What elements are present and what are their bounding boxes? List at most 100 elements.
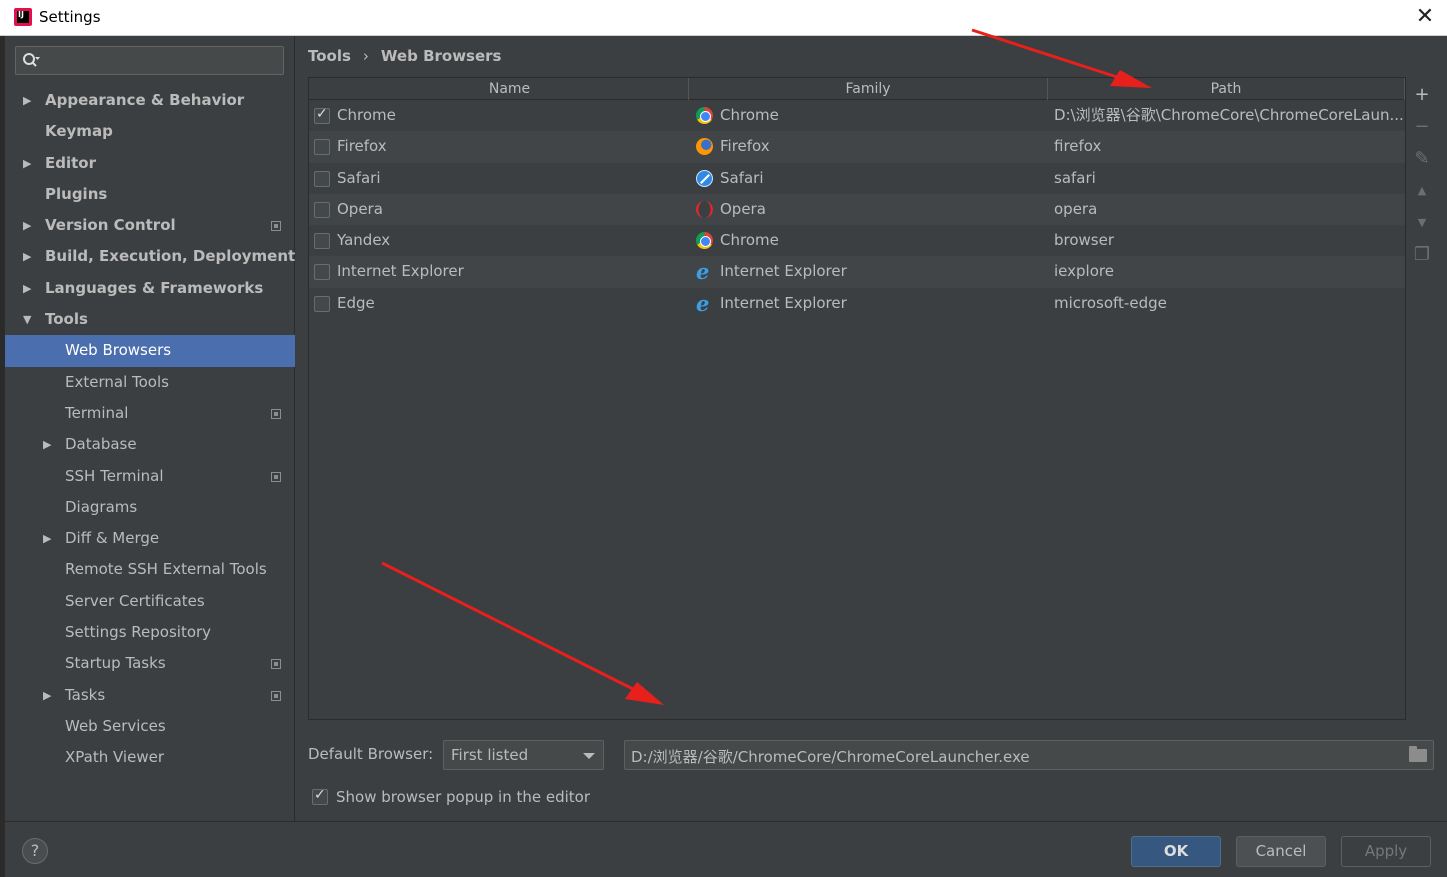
move-down-icon[interactable]: ▼ [1410,211,1434,235]
default-browser-path-field[interactable]: D:/浏览器/谷歌/ChromeCore/ChromeCoreLauncher.… [624,740,1434,770]
opera-icon [696,200,713,218]
sidebar-item-keymap[interactable]: Keymap [5,116,295,147]
close-icon[interactable]: ✕ [1411,4,1439,32]
sidebar-item-remote-ssh-external-tools[interactable]: Remote SSH External Tools [5,554,295,585]
table-row[interactable]: Edge e Internet Explorer microsoft-edge [309,288,1405,319]
browser-name-cell[interactable]: Opera [337,194,687,225]
breadcrumb-parent[interactable]: Tools [308,47,351,65]
sidebar-item-label: Version Control [45,216,176,235]
sidebar-item-label: Build, Execution, Deployment [45,247,296,266]
collapsed-arrow-icon[interactable]: ▶ [43,523,55,554]
search-input[interactable] [15,46,284,75]
sidebar-item-web-browsers[interactable]: Web Browsers [5,335,295,367]
sidebar-item-external-tools[interactable]: External Tools [5,367,295,398]
table-row[interactable]: Safari Safari safari [309,163,1405,194]
browser-active-checkbox[interactable] [314,170,330,187]
browser-name-cell[interactable]: Internet Explorer [337,256,687,287]
browser-family-cell[interactable]: Safari [720,163,1040,194]
sidebar-item-web-services[interactable]: Web Services [5,711,295,742]
sidebar-item-label: Editor [45,153,96,172]
search-icon [23,53,40,67]
column-header-name[interactable]: Name [331,78,689,100]
sidebar-item-ssh-terminal[interactable]: SSH Terminal [5,461,295,492]
expanded-arrow-icon[interactable]: ▼ [23,304,35,335]
table-row[interactable]: Chrome Chrome D:\浏览器\谷歌\ChromeCore\ChromeC… [309,100,1405,131]
edit-icon[interactable]: ✎ [1410,147,1434,171]
browser-active-checkbox[interactable] [314,106,330,124]
sidebar-item-xpath-viewer[interactable]: XPath Viewer [5,742,295,773]
sidebar-item-diff-merge[interactable]: ▶ Diff & Merge [5,523,295,554]
browser-family-cell[interactable]: Internet Explorer [720,256,1040,287]
sidebar-item-settings-repository[interactable]: Settings Repository [5,617,295,648]
sidebar-item-version-control[interactable]: ▶ Version Control [5,210,295,241]
folder-icon[interactable] [1409,746,1427,762]
apply-button[interactable]: Apply [1341,836,1431,867]
column-header-path[interactable]: Path [1048,78,1405,100]
browser-name-cell[interactable]: Firefox [337,131,687,162]
default-browser-select[interactable]: First listed [443,740,604,770]
sidebar-item-tasks[interactable]: ▶ Tasks [5,680,295,711]
sidebar-item-label: Web Browsers [65,341,172,360]
add-icon[interactable]: + [1410,83,1434,107]
help-button[interactable]: ? [22,838,48,864]
table-row[interactable]: Internet Explorer e Internet Explorer iexpl… [309,256,1405,288]
ok-button[interactable]: OK [1131,836,1221,867]
browser-family-cell[interactable]: Chrome [720,100,1040,131]
ie-icon: e [696,290,710,316]
settings-tree: ▶ Appearance & Behavior Keymap ▶ Editor Plugi… [5,85,295,774]
cancel-button[interactable]: Cancel [1236,836,1326,867]
browser-name-cell[interactable]: Safari [337,163,687,194]
show-popup-label[interactable]: Show browser popup in the editor [336,788,590,806]
browser-path-cell[interactable]: browser [1054,225,1404,256]
browser-name-cell[interactable]: Edge [337,288,687,319]
collapsed-arrow-icon[interactable]: ▶ [23,85,35,116]
browser-active-checkbox[interactable] [314,201,330,218]
collapsed-arrow-icon[interactable]: ▶ [43,680,55,711]
sidebar-item-diagrams[interactable]: Diagrams [5,492,295,523]
collapsed-arrow-icon[interactable]: ▶ [43,429,55,460]
sidebar-item-plugins[interactable]: Plugins [5,179,295,210]
default-browser-value: First listed [451,746,529,764]
chevron-down-icon [583,753,595,759]
sidebar-item-database[interactable]: ▶ Database [5,429,295,460]
sidebar-item-tools[interactable]: ▼ Tools [5,304,295,335]
browser-family-cell[interactable]: Opera [720,194,1040,225]
browser-path-cell[interactable]: iexplore [1054,256,1404,287]
browser-family-cell[interactable]: Internet Explorer [720,288,1040,319]
browser-active-checkbox[interactable] [314,264,330,281]
sidebar-item-build-execution-deployment[interactable]: ▶ Build, Execution, Deployment [5,241,295,272]
table-row[interactable]: Yandex Chrome browser [309,225,1405,256]
browser-path-cell[interactable]: safari [1054,163,1404,194]
browser-name-cell[interactable]: Yandex [337,225,687,256]
sidebar-item-editor[interactable]: ▶ Editor [5,148,295,179]
sidebar-item-terminal[interactable]: Terminal [5,398,295,429]
sidebar-item-appearance-behavior[interactable]: ▶ Appearance & Behavior [5,85,295,116]
browser-path-cell[interactable]: opera [1054,194,1404,225]
column-header-family[interactable]: Family [689,78,1048,100]
sidebar-item-languages-frameworks[interactable]: ▶ Languages & Frameworks [5,273,295,304]
sidebar-item-label: Tools [45,310,88,329]
table-row[interactable]: Opera Opera opera [309,193,1405,226]
copy-icon[interactable]: ❐ [1410,243,1434,267]
browser-active-checkbox[interactable] [314,139,330,156]
browser-family-cell[interactable]: Chrome [720,225,1040,256]
move-up-icon[interactable]: ▲ [1410,179,1434,203]
sidebar-item-label: Appearance & Behavior [45,91,245,109]
browser-path-cell[interactable]: D:\浏览器\谷歌\ChromeCore\ChromeCoreLaun... [1054,100,1404,131]
browser-name-cell[interactable]: Chrome [337,100,687,131]
sidebar-item-server-certificates[interactable]: Server Certificates [5,586,295,617]
collapsed-arrow-icon[interactable]: ▶ [23,273,35,304]
collapsed-arrow-icon[interactable]: ▶ [23,148,35,179]
collapsed-arrow-icon[interactable]: ▶ [23,210,35,241]
show-popup-checkbox[interactable] [312,787,328,805]
collapsed-arrow-icon[interactable]: ▶ [23,241,35,272]
sidebar-item-startup-tasks[interactable]: Startup Tasks [5,648,295,679]
browser-active-checkbox[interactable] [314,233,330,250]
browser-active-checkbox[interactable] [314,295,330,312]
browser-family-cell[interactable]: Firefox [720,131,1040,162]
table-row[interactable]: Firefox Firefox firefox [309,131,1405,163]
browser-path-cell[interactable]: firefox [1054,131,1404,162]
browser-path-cell[interactable]: microsoft-edge [1054,288,1404,319]
breadcrumb: Tools › Web Browsers [308,47,502,65]
remove-icon[interactable]: − [1410,115,1434,139]
